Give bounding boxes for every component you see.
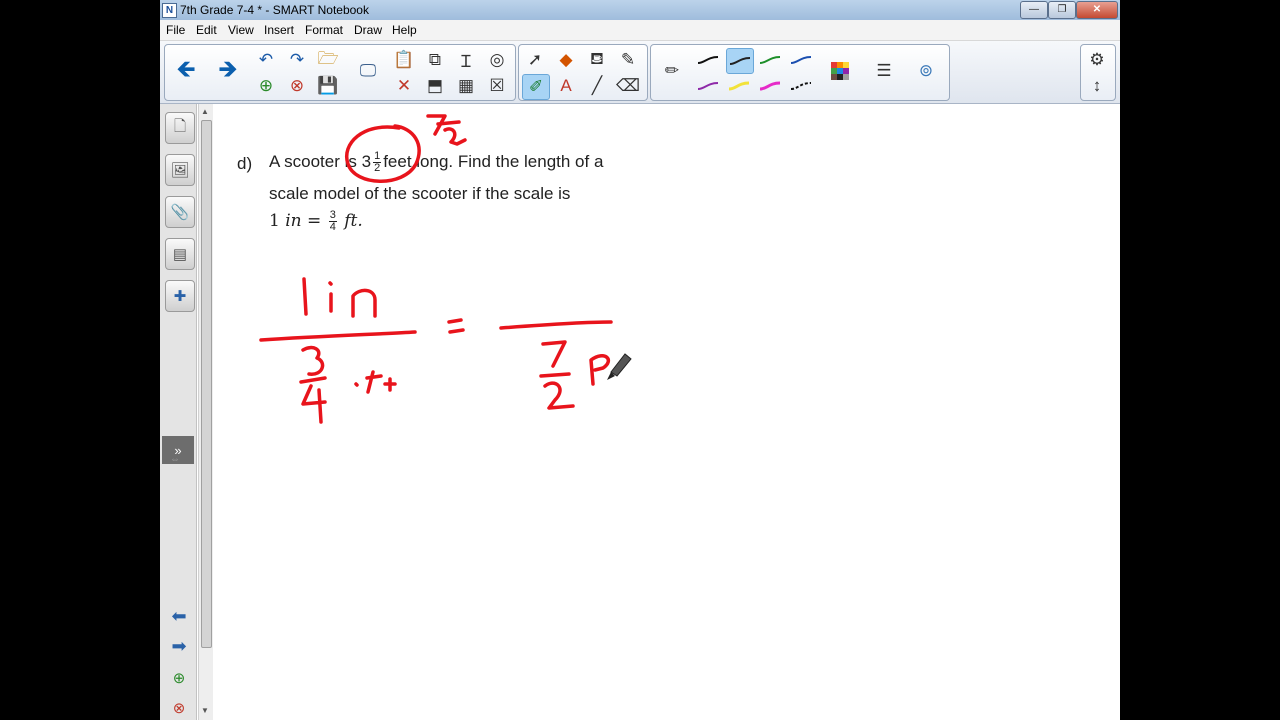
menu-edit[interactable]: Edit — [196, 23, 217, 37]
text-insert-icon[interactable]: Ɪ — [453, 48, 479, 72]
redo-icon[interactable]: ↷ — [284, 48, 310, 72]
move-toolbar-icon[interactable]: ↕ — [1084, 74, 1110, 98]
menu-file[interactable]: File — [166, 23, 185, 37]
ink-three — [301, 345, 325, 376]
ink-seven — [541, 340, 567, 368]
shapes-icon[interactable]: ◆ — [553, 48, 579, 72]
properties-tab-icon[interactable]: ▤ — [165, 238, 195, 270]
pen-cursor-icon — [607, 353, 632, 380]
ink-two — [543, 381, 575, 410]
close-panel-icon[interactable]: ☒ — [484, 74, 510, 98]
screen-capture-icon[interactable]: ⧉ — [422, 48, 448, 72]
notebook-page[interactable]: d) A scooter is 3 1 2 feet long. Find the l… — [213, 104, 1120, 720]
close-button[interactable]: ✕ — [1076, 1, 1118, 19]
page-sorter-tab-icon[interactable]: 🗋 — [165, 112, 195, 144]
pen-style-black-icon[interactable] — [695, 48, 721, 72]
side-tab-panel: 🗋 🖼 📎 ▤ ✚ » ⇔ ⬅ ➡ ⊕ ⊗ — [160, 104, 197, 720]
ink-i-dot — [328, 281, 333, 286]
gallery-tab-icon[interactable]: 🖼 — [165, 154, 195, 186]
smart-notebook-window: N 7th Grade 7-4 * - SMART Notebook — ❐ ✕… — [160, 0, 1120, 720]
maximize-button[interactable]: ❐ — [1048, 1, 1076, 19]
scroll-thumb[interactable] — [201, 120, 212, 648]
pen-style-purple-icon[interactable] — [695, 74, 721, 98]
attachments-tab-icon[interactable]: 📎 — [165, 196, 195, 228]
ink-bar-top — [436, 120, 461, 126]
pen-style-green-icon[interactable] — [757, 48, 783, 72]
vertical-scrollbar[interactable]: ▲ ▼ — [198, 104, 214, 720]
menu-help[interactable]: Help — [392, 23, 417, 37]
text-tool-icon[interactable]: A — [553, 74, 579, 98]
pen-style-red-icon[interactable] — [726, 48, 754, 74]
previous-page-icon[interactable]: ⬅ — [166, 604, 192, 628]
delete-page-icon[interactable]: ⊗ — [284, 74, 310, 98]
pen-style-magenta-icon[interactable] — [757, 74, 783, 98]
scroll-down-icon[interactable]: ▼ — [201, 706, 209, 715]
ink-n — [351, 288, 377, 318]
magic-pen-icon[interactable]: ✎ — [615, 48, 641, 72]
delete-icon[interactable]: ✕ — [391, 74, 417, 98]
toolbar-group-settings: ⚙ ↕ — [1080, 44, 1116, 101]
menu-view[interactable]: View — [228, 23, 254, 37]
pen-style-dashed-icon[interactable] — [788, 74, 814, 98]
add-page-bottom-icon[interactable]: ⊕ — [166, 666, 192, 690]
eraser-icon[interactable]: ⌫ — [615, 74, 641, 98]
back-arrow-icon[interactable]: 🡸 — [169, 48, 203, 96]
select-pointer-icon[interactable]: ➚ — [522, 48, 548, 72]
collapse-handle-icon[interactable]: ⇔ — [170, 454, 180, 465]
screen-shade-icon[interactable]: 🖵 — [355, 59, 381, 83]
ink-fraction-bar-right — [499, 320, 613, 330]
ink-equals — [447, 318, 465, 334]
document-camera-icon[interactable]: ◎ — [484, 48, 510, 72]
ink-dot — [354, 382, 359, 387]
ink-circle — [345, 124, 421, 183]
ink-p — [589, 354, 610, 386]
pen-type-icon[interactable]: ✏ — [659, 59, 685, 83]
ink-small-bar — [299, 376, 327, 384]
toolbar-group-file: 🡸 🡺 ↶ ↷ 🗁 ⊕ ⊗ 💾 🖵 📋 ⧉ Ɪ ◎ ✕ ⬒ ▦ ☒ — [164, 44, 516, 101]
handwritten-ink-layer — [259, 114, 632, 424]
ink-two-top — [443, 127, 467, 146]
menu-insert[interactable]: Insert — [264, 23, 294, 37]
scroll-up-icon[interactable]: ▲ — [201, 107, 209, 116]
open-folder-icon[interactable]: 🗁 — [315, 48, 341, 72]
undo-icon[interactable]: ↶ — [253, 48, 279, 72]
line-width-icon[interactable]: ☰ — [871, 59, 897, 83]
fill-bucket-icon[interactable]: ⛾ — [584, 48, 610, 72]
toolbar-group-pen-styles: ✏ ☰ ⊚ — [650, 44, 950, 101]
menu-draw[interactable]: Draw — [354, 23, 382, 37]
main-toolbar: 🡸 🡺 ↶ ↷ 🗁 ⊕ ⊗ 💾 🖵 📋 ⧉ Ɪ ◎ ✕ ⬒ ▦ ☒ ➚ ◆ ⛾ … — [160, 41, 1120, 104]
pen-style-yellow-icon[interactable] — [726, 74, 752, 98]
table-icon[interactable]: ▦ — [453, 74, 479, 98]
minimize-button[interactable]: — — [1020, 1, 1048, 19]
toolbar-group-tools: ➚ ◆ ⛾ ✎ ✐ A ╱ ⌫ — [518, 44, 648, 101]
ink-one — [302, 277, 308, 316]
pens-icon[interactable]: ✐ — [522, 74, 550, 100]
add-ons-tab-icon[interactable]: ✚ — [165, 280, 195, 312]
forward-arrow-icon[interactable]: 🡺 — [211, 48, 245, 96]
full-screen-icon[interactable]: ⬒ — [422, 74, 448, 98]
window-title: 7th Grade 7-4 * - SMART Notebook — [180, 3, 369, 17]
ink-fraction-bar-left — [259, 330, 417, 342]
ink-four — [301, 384, 327, 424]
ink-ft — [365, 370, 397, 394]
paste-icon[interactable]: 📋 — [391, 48, 417, 72]
app-icon: N — [162, 3, 177, 18]
delete-page-bottom-icon[interactable]: ⊗ — [166, 696, 192, 720]
pen-style-blue-icon[interactable] — [788, 48, 814, 72]
next-page-icon[interactable]: ➡ — [166, 634, 192, 658]
menu-format[interactable]: Format — [305, 23, 343, 37]
add-page-icon[interactable]: ⊕ — [253, 74, 279, 98]
color-palette-icon[interactable] — [827, 59, 853, 83]
line-tool-icon[interactable]: ╱ — [584, 74, 610, 98]
ink-small-bar-right — [539, 372, 571, 378]
transparency-icon[interactable]: ⊚ — [913, 59, 939, 83]
save-icon[interactable]: 💾 — [315, 74, 341, 98]
title-bar: N 7th Grade 7-4 * - SMART Notebook — ❐ ✕ — [160, 0, 1120, 20]
menu-bar: File Edit View Insert Format Draw Help — [160, 20, 1120, 41]
gear-icon[interactable]: ⚙ — [1084, 48, 1110, 72]
